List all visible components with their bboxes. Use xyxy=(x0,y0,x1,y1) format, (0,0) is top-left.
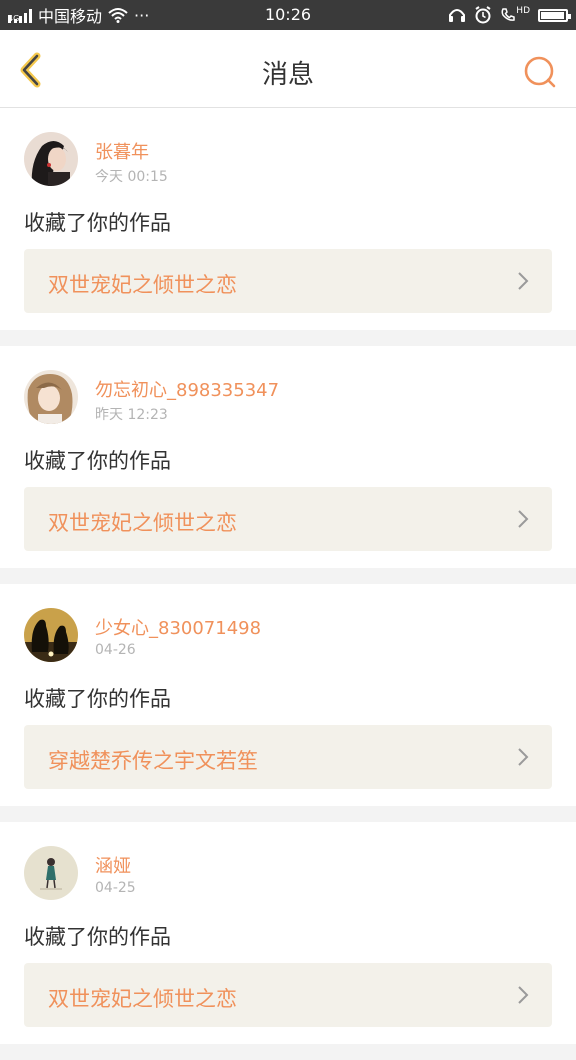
alarm-icon xyxy=(475,6,491,24)
status-bar-right: HD xyxy=(448,5,571,25)
chevron-right-icon xyxy=(518,748,529,766)
nav-bar: 消息 xyxy=(0,30,576,108)
page-title: 消息 xyxy=(261,60,314,90)
avatar[interactable] xyxy=(24,846,78,900)
message-card: 少女心_830071498 04-26 收藏了你的作品 穿越楚乔传之宇文若笙 xyxy=(0,584,576,806)
work-title: 双世宠妃之倾世之恋 xyxy=(48,987,237,1011)
username[interactable]: 勿忘初心_898335347 xyxy=(95,376,279,402)
message-card: 张暮年 今天 00:15 收藏了你的作品 双世宠妃之倾世之恋 xyxy=(0,108,576,330)
action-text: 收藏了你的作品 xyxy=(24,211,171,235)
message-card: 勿忘初心_898335347 昨天 12:23 收藏了你的作品 双世宠妃之倾世之… xyxy=(0,346,576,568)
hd-label: HD xyxy=(516,6,530,16)
chevron-right-icon xyxy=(518,986,529,1004)
work-link[interactable]: 双世宠妃之倾世之恋 xyxy=(24,963,552,1027)
work-link[interactable]: 双世宠妃之倾世之恋 xyxy=(24,487,552,551)
chevron-right-icon xyxy=(518,510,529,528)
search-button[interactable] xyxy=(522,54,558,90)
chevron-right-icon xyxy=(518,272,529,290)
work-link[interactable]: 双世宠妃之倾世之恋 xyxy=(24,249,552,313)
battery-icon xyxy=(538,8,571,22)
work-title: 双世宠妃之倾世之恋 xyxy=(48,273,237,297)
message-list: 张暮年 今天 00:15 收藏了你的作品 双世宠妃之倾世之恋 勿忘初心_8983… xyxy=(0,108,576,1060)
action-text: 收藏了你的作品 xyxy=(24,925,171,949)
work-title: 双世宠妃之倾世之恋 xyxy=(48,511,237,535)
message-time: 04-26 xyxy=(95,642,136,658)
back-button[interactable] xyxy=(12,50,52,90)
action-text: 收藏了你的作品 xyxy=(24,687,171,711)
username[interactable]: 张暮年 xyxy=(95,138,149,164)
battery-level xyxy=(541,11,564,19)
status-bar: 4G 中国移动 ··· 10:26 HD xyxy=(0,0,576,30)
message-card: 涵娅 04-25 收藏了你的作品 双世宠妃之倾世之恋 xyxy=(0,822,576,1044)
username[interactable]: 涵娅 xyxy=(95,852,131,878)
avatar[interactable] xyxy=(24,608,78,662)
message-time: 今天 00:15 xyxy=(95,169,168,185)
avatar[interactable] xyxy=(24,370,78,424)
message-time: 昨天 12:23 xyxy=(95,407,168,423)
work-link[interactable]: 穿越楚乔传之宇文若笙 xyxy=(24,725,552,789)
message-time: 04-25 xyxy=(95,880,136,896)
avatar[interactable] xyxy=(24,132,78,186)
headset-icon xyxy=(449,9,466,22)
work-title: 穿越楚乔传之宇文若笙 xyxy=(48,749,258,773)
hd-call-icon: HD xyxy=(500,7,530,23)
chevron-left-icon xyxy=(20,52,41,88)
action-text: 收藏了你的作品 xyxy=(24,449,171,473)
username[interactable]: 少女心_830071498 xyxy=(95,614,261,640)
search-icon xyxy=(524,56,556,88)
